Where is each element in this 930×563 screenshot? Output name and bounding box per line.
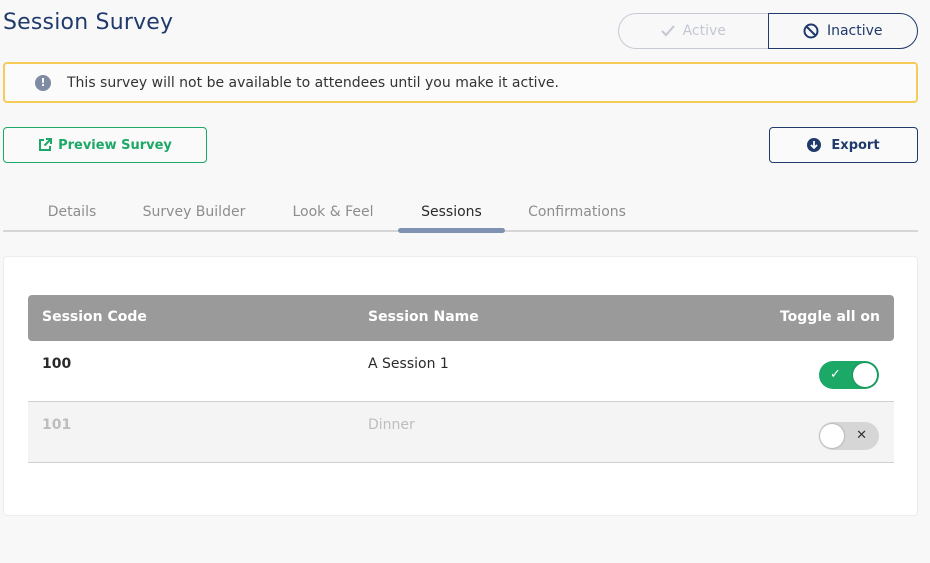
external-link-icon xyxy=(39,138,53,151)
session-name: Dinner xyxy=(368,417,415,433)
column-header-session-name[interactable]: Session Name xyxy=(368,309,479,325)
session-name: A Session 1 xyxy=(368,356,449,372)
column-header-session-code: Session Code xyxy=(42,309,147,325)
session-code: 100 xyxy=(42,356,72,372)
export-label: Export xyxy=(831,137,880,153)
close-icon: ✕ xyxy=(856,428,867,443)
sessions-panel: Session Code Session Name Toggle all on … xyxy=(3,256,918,516)
preview-survey-label: Preview Survey xyxy=(58,137,172,153)
session-toggle[interactable]: ✓ xyxy=(819,361,879,389)
toggle-knob xyxy=(853,363,877,387)
check-icon xyxy=(660,25,675,37)
toggle-all-on-button[interactable]: Toggle all on xyxy=(780,309,880,325)
tab-details[interactable]: Details xyxy=(43,196,101,232)
session-toggle[interactable]: ✕ xyxy=(819,422,879,450)
inactive-label: Inactive xyxy=(826,23,883,39)
tab-survey-builder[interactable]: Survey Builder xyxy=(139,196,249,232)
session-code: 101 xyxy=(42,417,72,433)
table-row: 101 Dinner ✕ xyxy=(28,402,894,463)
tab-confirmations[interactable]: Confirmations xyxy=(523,196,631,232)
active-label: Active xyxy=(682,23,726,39)
check-icon: ✓ xyxy=(830,367,841,382)
page-title: Session Survey xyxy=(3,10,174,35)
active-button[interactable]: Active xyxy=(618,13,768,49)
toggle-knob xyxy=(820,424,844,448)
table-header: Session Code Session Name Toggle all on xyxy=(28,295,894,341)
status-toggle: Active Inactive xyxy=(618,13,918,49)
download-icon xyxy=(807,138,822,152)
inactive-button[interactable]: Inactive xyxy=(767,13,918,49)
tab-sessions[interactable]: Sessions xyxy=(398,196,505,233)
tab-look-and-feel[interactable]: Look & Feel xyxy=(288,196,378,232)
export-button[interactable]: Export xyxy=(769,127,918,163)
ban-icon xyxy=(803,23,819,39)
info-icon: ! xyxy=(35,74,51,91)
inactive-warning-alert: ! This survey will not be available to a… xyxy=(3,62,918,103)
preview-survey-button[interactable]: Preview Survey xyxy=(3,127,207,163)
survey-tabs: Details Survey Builder Look & Feel Sessi… xyxy=(3,196,918,233)
alert-message: This survey will not be available to att… xyxy=(67,74,559,91)
table-row: 100 A Session 1 ✓ xyxy=(28,341,894,402)
survey-page: Session Survey Active Inactive ! This su… xyxy=(0,0,930,563)
